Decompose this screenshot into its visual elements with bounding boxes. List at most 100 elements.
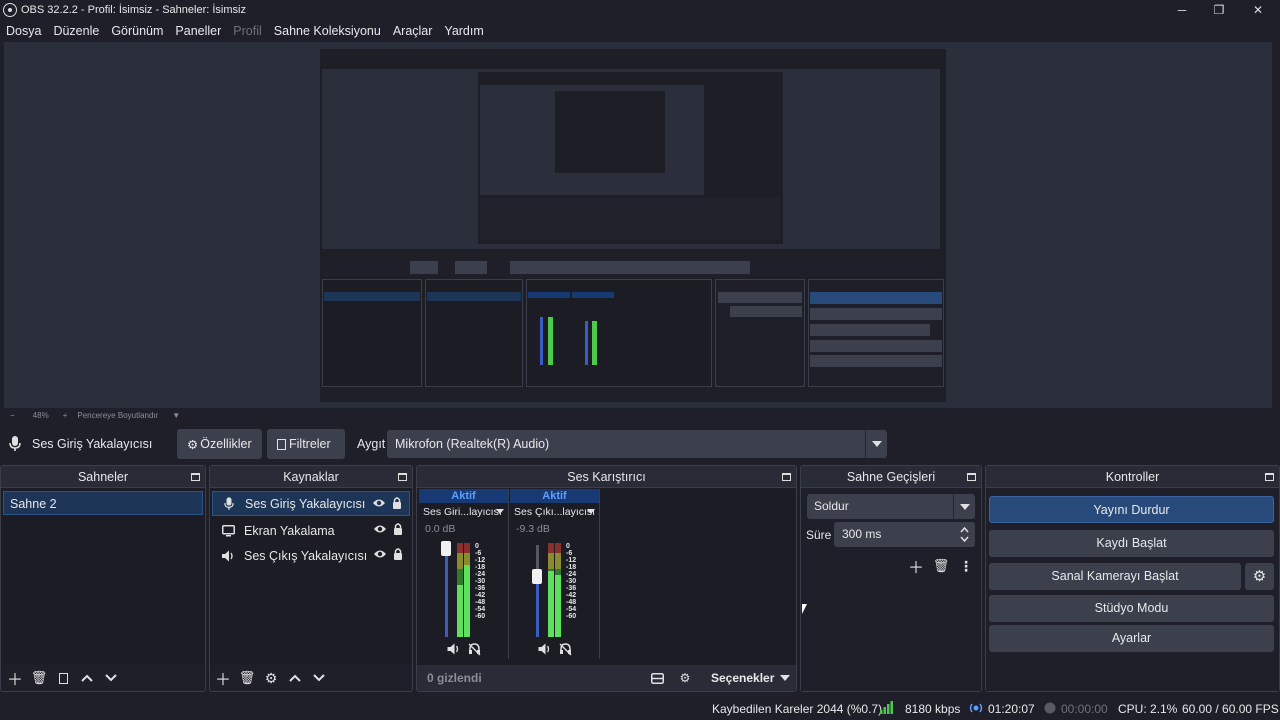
monitor-off-icon[interactable] [559, 643, 572, 656]
close-button[interactable]: ✕ [1240, 0, 1276, 20]
volume-slider[interactable] [532, 545, 542, 637]
menu-profil: Profil [233, 24, 262, 38]
add-transition-button[interactable]: ＋ [904, 555, 928, 577]
lock-icon[interactable] [393, 548, 403, 560]
move-source-up-button[interactable] [283, 667, 307, 689]
zoom-dropdown-icon[interactable]: ▼ [172, 411, 180, 420]
transition-select[interactable]: Soldur [807, 494, 975, 519]
controls-header: Kontroller [986, 466, 1279, 488]
source-item[interactable]: Ses Giriş Yakalayıcısı [212, 491, 410, 516]
controls-dock: Kontroller Yayını Durdur Kaydı Başlat Sa… [985, 465, 1280, 692]
channel-name: Ses Giri...layıcısı [423, 506, 502, 518]
add-source-button[interactable]: ＋ [211, 667, 235, 689]
preview-canvas[interactable] [4, 42, 1272, 408]
undock-icon[interactable] [1265, 473, 1274, 481]
speaker-icon [220, 550, 236, 562]
duration-spinbox[interactable]: 300 ms [834, 522, 975, 547]
stop-stream-button[interactable]: Yayını Durdur [989, 496, 1274, 523]
volume-slider-handle[interactable] [441, 541, 451, 556]
undock-icon[interactable] [398, 473, 407, 481]
chevron-down-icon [587, 509, 595, 514]
fit-to-window-button[interactable]: Pencereye Boyutlandır [77, 411, 158, 420]
start-record-button[interactable]: Kaydı Başlat [989, 530, 1274, 557]
menu-araclar[interactable]: Araçlar [387, 24, 439, 38]
remove-scene-button[interactable]: 🗑 [27, 667, 51, 689]
volume-slider[interactable] [441, 541, 451, 637]
fps: 60.00 / 60.00 FPS [1182, 702, 1279, 716]
remove-source-button[interactable]: 🗑 [235, 667, 259, 689]
advanced-audio-button[interactable]: ⚙ [673, 667, 697, 689]
trash-icon: 🗑 [238, 670, 256, 685]
volume-slider-handle[interactable] [532, 569, 542, 584]
source-item[interactable]: Ses Çıkış Yakalayıcısı [212, 543, 410, 568]
add-scene-button[interactable]: ＋ [3, 667, 27, 689]
zoom-level: 48% [32, 410, 49, 420]
menu-bar: Dosya Düzenle Görünüm Paneller Profil Sa… [0, 20, 1280, 42]
device-select[interactable]: Mikrofon (Realtek(R) Audio) [387, 430, 887, 458]
spin-arrows-icon[interactable] [960, 526, 969, 543]
undock-icon[interactable] [967, 473, 976, 481]
menu-gorunum[interactable]: Görünüm [105, 24, 169, 38]
scene-item[interactable]: Sahne 2 [3, 491, 203, 515]
source-properties-button[interactable]: ⚙ [259, 667, 283, 689]
minimize-button[interactable]: ─ [1164, 0, 1200, 20]
sources-dock: Kaynaklar Ses Giriş Yakalayıcısı Ekran Y… [209, 465, 413, 692]
filters-button[interactable]: Filtreler [267, 429, 345, 459]
virtual-camera-settings-button[interactable]: ⚙ [1245, 563, 1274, 590]
source-item[interactable]: Ekran Yakalama [212, 518, 410, 543]
zoom-out-button[interactable]: − [10, 411, 15, 420]
level-meter [548, 543, 562, 637]
eye-icon[interactable] [372, 498, 386, 508]
mute-speaker-icon[interactable] [538, 643, 552, 655]
dropped-frames: Kaybedilen Kareler 2044 (%0.7) [712, 702, 883, 716]
scenes-title: Sahneler [77, 470, 129, 484]
zoom-bar: − 48% + Pencereye Boyutlandır ▼ [0, 408, 1280, 422]
mixer-options-button[interactable]: Seçenekler [703, 667, 793, 689]
transition-value: Soldur [814, 499, 849, 513]
more-vertical-icon: ⋮ [959, 557, 973, 574]
menu-sahne-koleksiyonu[interactable]: Sahne Koleksiyonu [268, 24, 387, 38]
start-virtual-camera-button[interactable]: Sanal Kamerayı Başlat [989, 563, 1241, 590]
zoom-in-button[interactable]: + [63, 411, 68, 420]
eye-icon[interactable] [373, 524, 387, 534]
lock-icon[interactable] [393, 523, 403, 535]
move-source-down-button[interactable] [307, 667, 331, 689]
channel-active-badge: Aktif [510, 489, 599, 503]
channel-name-dropdown[interactable]: Ses Giri...layıcısı [419, 503, 508, 521]
meter-scale: 0 -6 -12 -18 -24 -30 -36 -42 -48 -54 -60 [566, 543, 577, 620]
lock-icon[interactable] [392, 497, 402, 509]
undock-icon[interactable] [191, 473, 200, 481]
studio-mode-button[interactable]: Stüdyo Modu [989, 595, 1274, 622]
mute-speaker-icon[interactable] [447, 643, 461, 655]
mixer-layout-button[interactable] [645, 667, 669, 689]
meter-scale: 0 -6 -12 -18 -24 -30 -36 -42 -48 -54 -60 [475, 543, 486, 620]
streaming-icon [969, 703, 983, 713]
preview-scrollbar[interactable] [1272, 42, 1280, 408]
move-scene-down-button[interactable] [99, 667, 123, 689]
settings-button[interactable]: Ayarlar [989, 625, 1274, 652]
menu-dosya[interactable]: Dosya [0, 24, 47, 38]
chevron-down-icon [780, 675, 791, 681]
scene-filters-button[interactable] [51, 667, 75, 689]
filters-label: Filtreler [289, 437, 331, 451]
obs-logo-icon [3, 3, 17, 17]
source-list: Ses Giriş Yakalayıcısı Ekran Yakalama Se… [210, 489, 412, 665]
move-scene-up-button[interactable] [75, 667, 99, 689]
channel-active-badge: Aktif [419, 489, 508, 503]
menu-duzenle[interactable]: Düzenle [47, 24, 105, 38]
menu-yardim[interactable]: Yardım [438, 24, 489, 38]
undock-icon[interactable] [782, 473, 791, 481]
properties-button[interactable]: ⚙ Özellikler [177, 429, 262, 459]
sources-toolbar: ＋ 🗑 ⚙ [210, 665, 412, 691]
menu-paneller[interactable]: Paneller [169, 24, 227, 38]
eye-icon[interactable] [373, 549, 387, 559]
maximize-button[interactable]: ❐ [1201, 0, 1237, 20]
mouse-cursor-icon [802, 604, 807, 614]
monitor-off-icon[interactable] [468, 643, 481, 656]
transition-menu-button[interactable]: ⋮ [954, 555, 978, 577]
channel-name-dropdown[interactable]: Ses Çıkı...layıcısı [510, 503, 599, 521]
remove-transition-button[interactable]: 🗑 [929, 555, 953, 577]
gears-icon: ⚙ [679, 671, 691, 685]
bitrate: 8180 kbps [905, 702, 961, 716]
sources-title: Kaynaklar [283, 470, 339, 484]
